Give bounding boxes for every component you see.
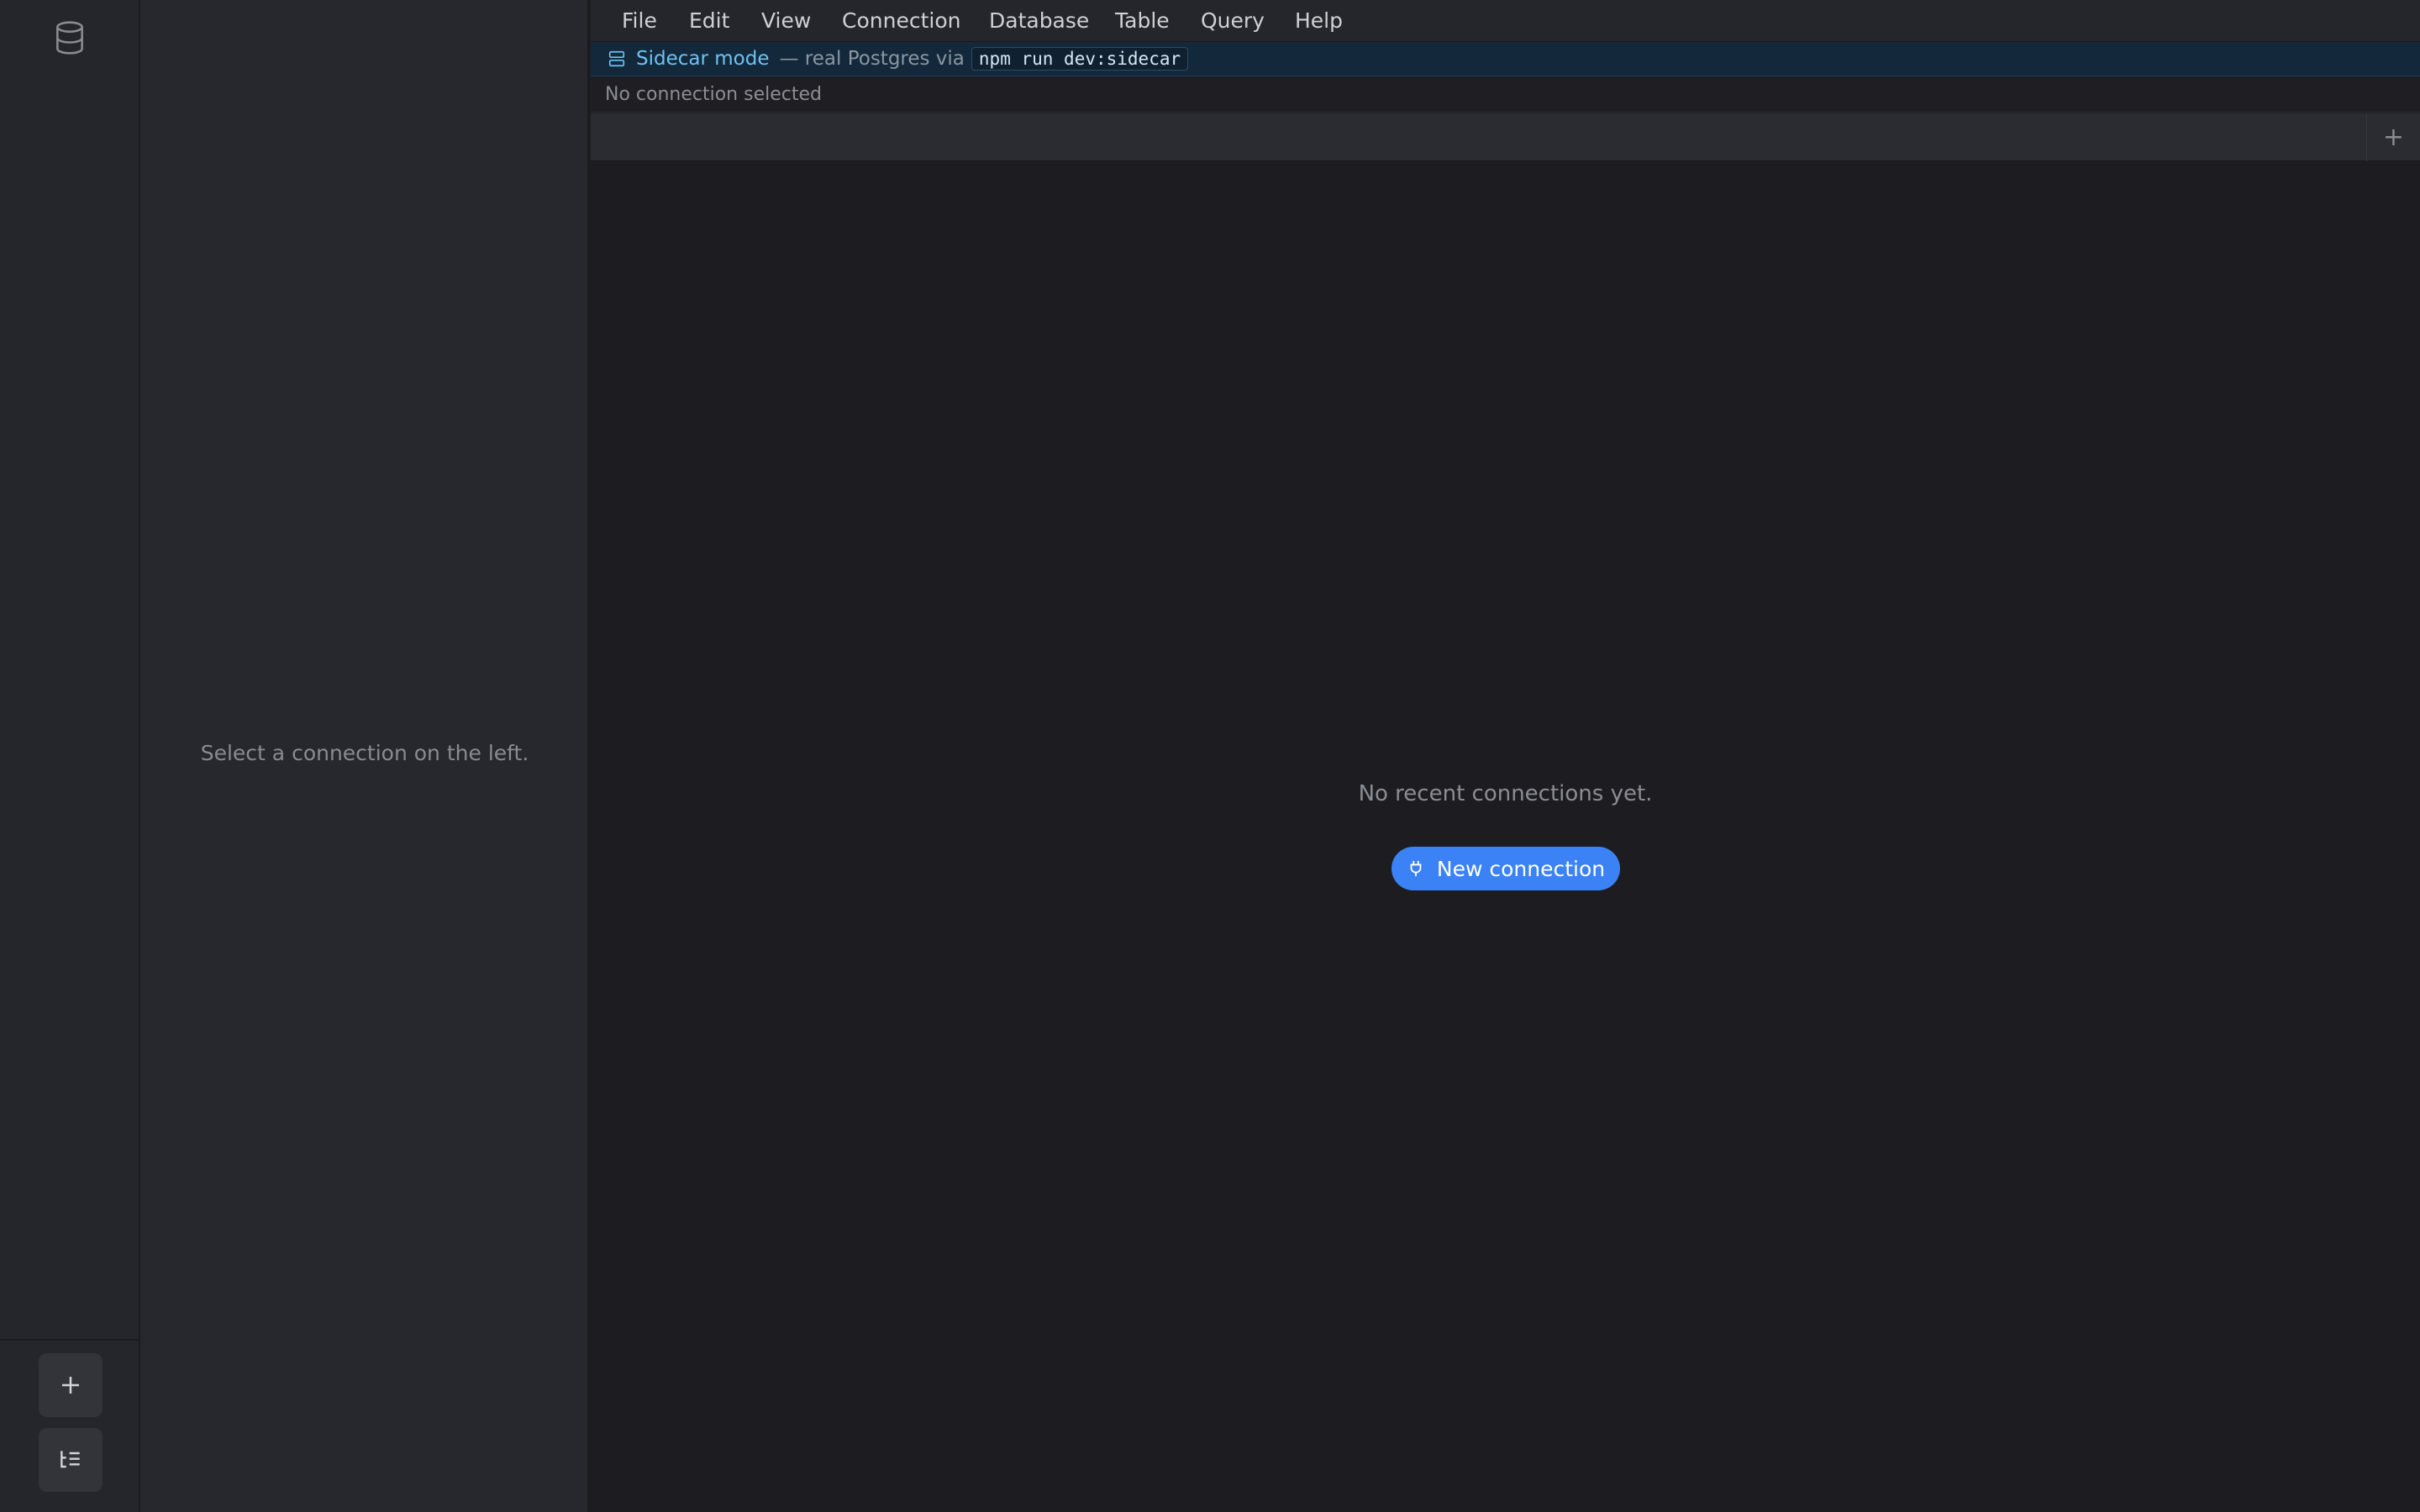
activity-rail	[0, 0, 140, 1512]
menu-database[interactable]: Database	[989, 8, 1089, 33]
sidecar-description: — real Postgres via	[779, 48, 965, 70]
add-connection-button[interactable]	[39, 1353, 103, 1417]
menu-table[interactable]: Table	[1115, 8, 1170, 33]
server-icon	[608, 50, 625, 67]
plug-icon	[1410, 860, 1422, 877]
tree-list-icon	[60, 1451, 80, 1468]
menu-view[interactable]: View	[761, 8, 811, 33]
main-area: File Edit View Connection Database Table…	[591, 0, 2420, 1512]
rail-divider	[0, 1339, 140, 1341]
tree-view-button[interactable]	[39, 1428, 103, 1492]
new-connection-label: New connection	[1436, 856, 1606, 881]
empty-state-message: No recent connections yet.	[1358, 781, 1653, 806]
sidecar-banner: Sidecar mode — real Postgres via npm run…	[591, 42, 2420, 76]
menu-help[interactable]: Help	[1295, 8, 1343, 33]
menu-bar: File Edit View Connection Database Table…	[591, 0, 2420, 42]
menu-connection[interactable]: Connection	[842, 8, 960, 33]
new-connection-button[interactable]: New connection	[1392, 847, 1620, 890]
menu-file[interactable]: File	[622, 8, 657, 33]
explorer-empty-text: Select a connection on the left.	[200, 741, 529, 765]
explorer-panel: Select a connection on the left.	[140, 0, 589, 1512]
menu-edit[interactable]: Edit	[689, 8, 729, 33]
tab-bar: +	[591, 113, 2420, 161]
menu-query[interactable]: Query	[1201, 8, 1265, 33]
plus-icon	[62, 1377, 79, 1394]
new-tab-button[interactable]: +	[2366, 113, 2420, 161]
app-window: Select a connection on the left. File Ed…	[0, 0, 2420, 1512]
sidecar-mode-label: Sidecar mode	[636, 48, 770, 70]
database-icon[interactable]	[51, 18, 88, 57]
connection-status: No connection selected	[591, 77, 2420, 113]
sidecar-command: npm run dev:sidecar	[971, 47, 1189, 71]
